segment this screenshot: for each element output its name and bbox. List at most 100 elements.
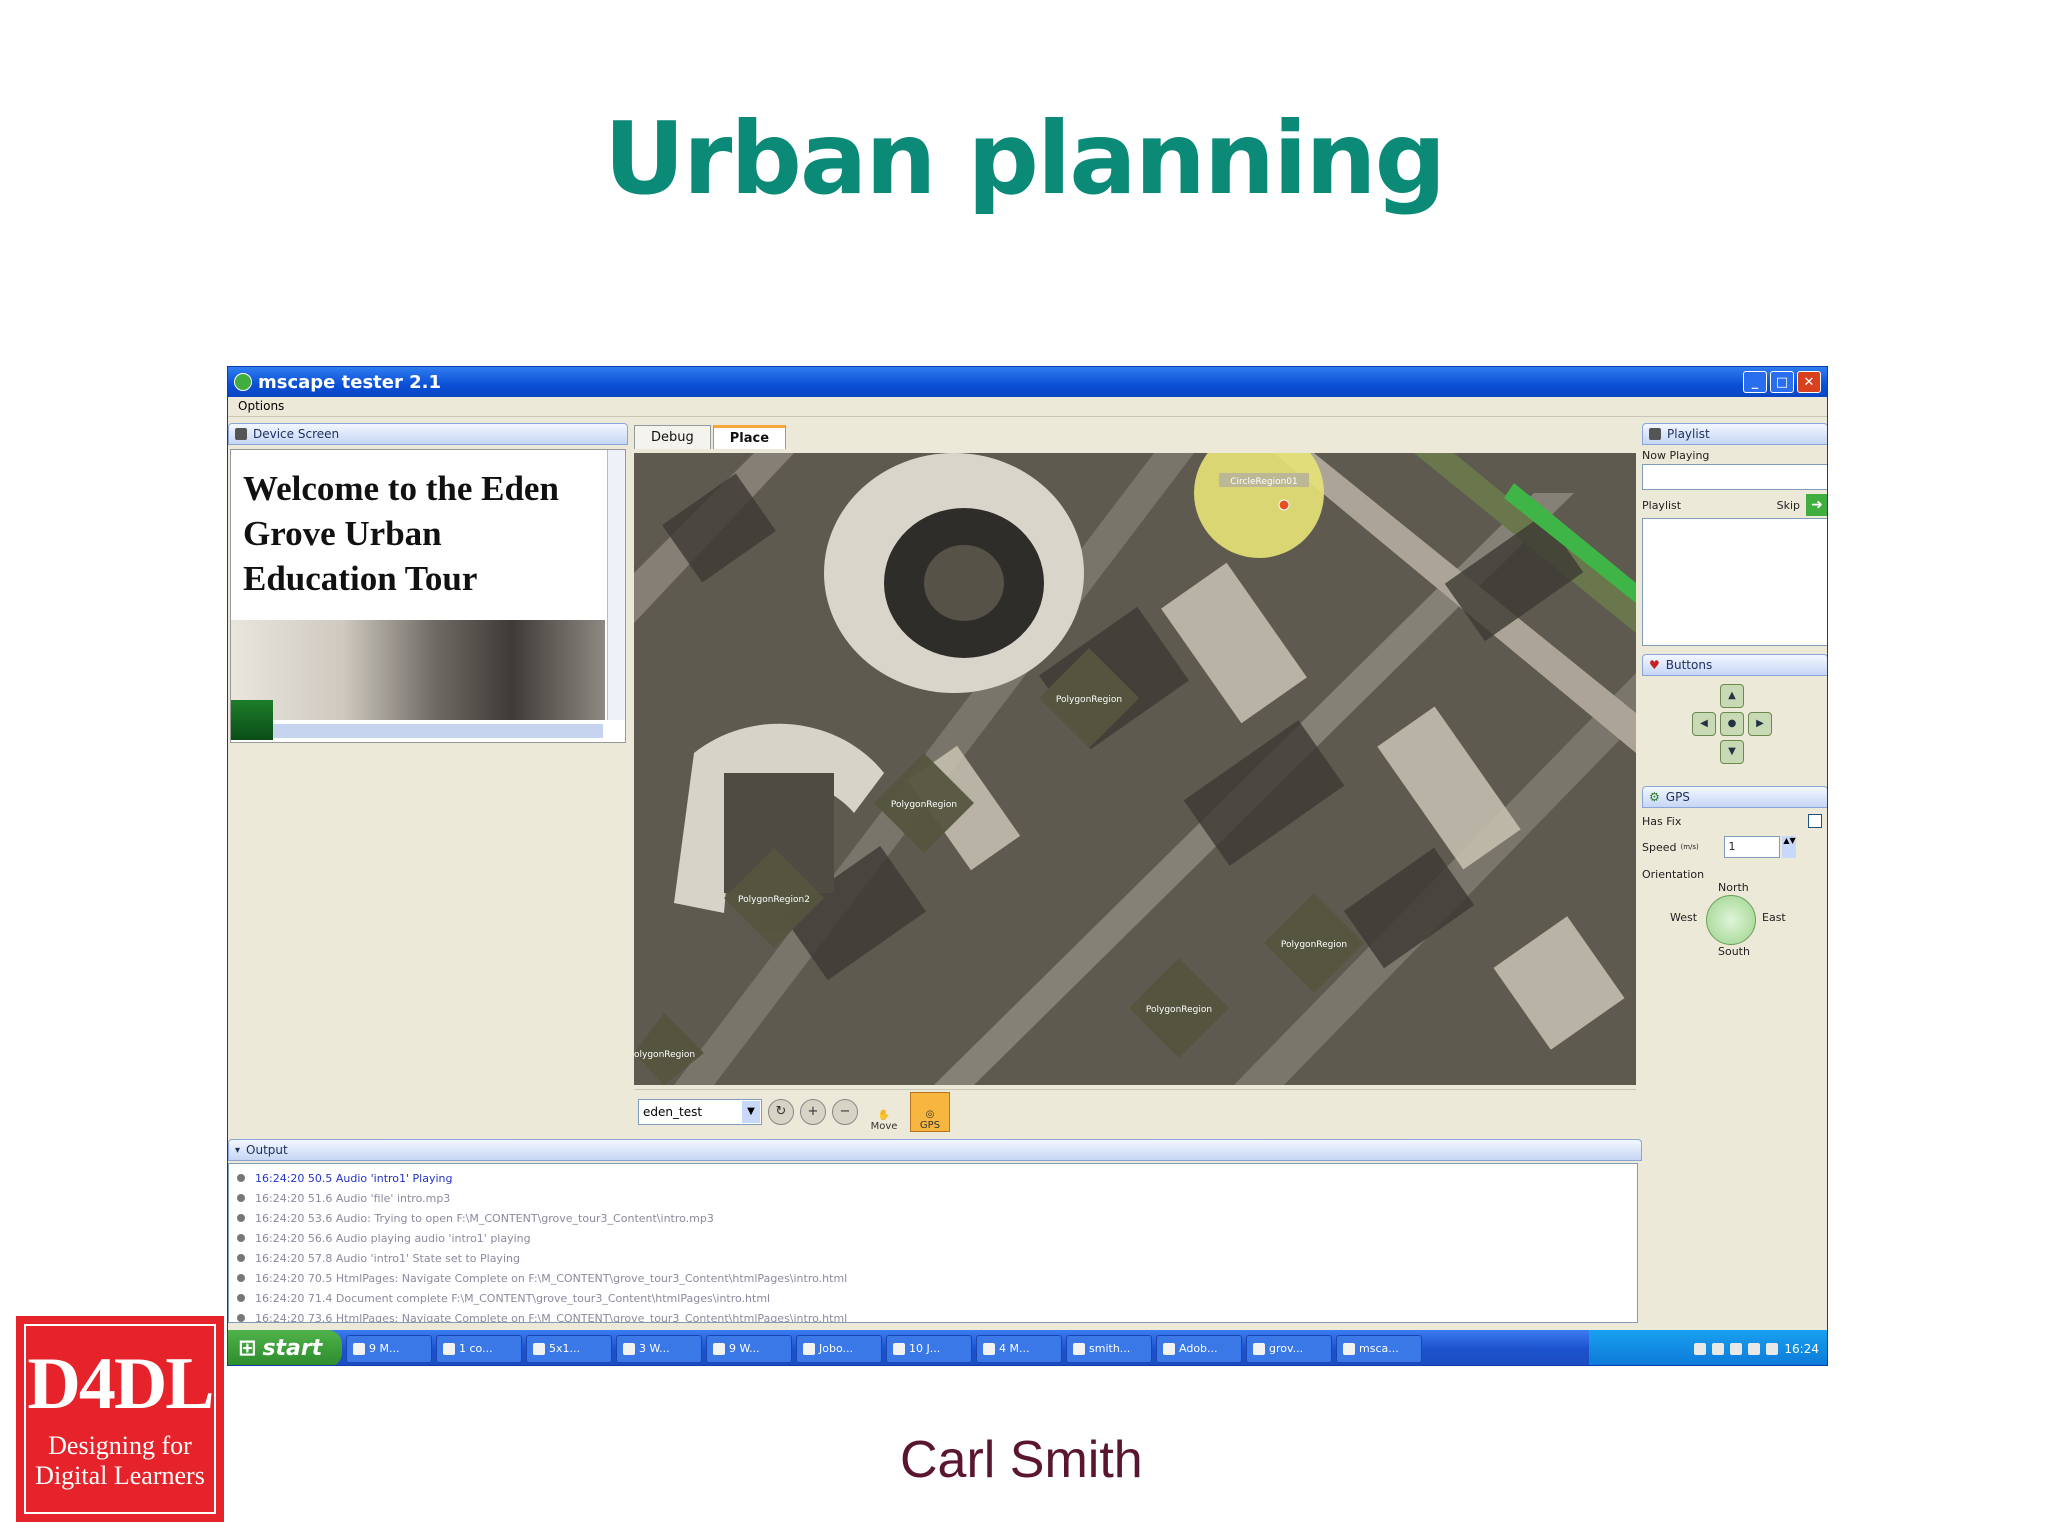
log-line: 16:24:20 51.6 Audio 'file' intro.mp3 xyxy=(237,1188,1637,1208)
taskbar-item-label: 3 W... xyxy=(639,1342,670,1355)
now-playing-field xyxy=(1642,464,1827,490)
log-text: 16:24:20 53.6 Audio: Trying to open F:\M… xyxy=(255,1211,714,1225)
device-vertical-scrollbar[interactable] xyxy=(607,450,625,720)
buttons-panel-header[interactable]: ♥ Buttons xyxy=(1642,654,1827,676)
chevron-down-icon[interactable]: ▼ xyxy=(742,1100,760,1123)
taskbar-item[interactable]: 4 M... xyxy=(976,1334,1062,1363)
left-button[interactable]: ◀ xyxy=(1692,712,1716,736)
log-text: 16:24:20 73.6 HtmlPages: Navigate Comple… xyxy=(255,1311,848,1323)
taskbar-item-label: Adob... xyxy=(1179,1342,1218,1355)
speed-stepper[interactable]: ▲▼ xyxy=(1782,836,1797,858)
dpad: ▲ ◀ ● ▶ ▼ xyxy=(1682,676,1782,776)
window-icon xyxy=(1073,1342,1085,1355)
now-playing-label: Now Playing xyxy=(1642,449,1710,462)
up-button[interactable]: ▲ xyxy=(1720,684,1744,708)
clock: 16:24 xyxy=(1784,1341,1819,1356)
taskbar-item[interactable]: 5x1... xyxy=(526,1334,612,1363)
right-button[interactable]: ▶ xyxy=(1748,712,1772,736)
start-button[interactable]: ⊞ start xyxy=(228,1330,342,1365)
taskbar-item-label: 4 M... xyxy=(999,1342,1030,1355)
volume-icon[interactable] xyxy=(1748,1342,1761,1355)
device-horizontal-scrollbar[interactable] xyxy=(273,724,603,738)
logo-main-text: D4DL xyxy=(27,1343,214,1426)
folder-icon xyxy=(623,1342,635,1355)
log-bullet-icon xyxy=(237,1314,245,1322)
map-region-label: PolygonRegion xyxy=(891,800,957,810)
taskbar-item[interactable]: Jobo... xyxy=(796,1334,882,1363)
down-button[interactable]: ▼ xyxy=(1720,740,1744,764)
output-log[interactable]: 16:24:20 50.5 Audio 'intro1' Playing 16:… xyxy=(228,1163,1638,1323)
taskbar-item[interactable]: 10 J... xyxy=(886,1334,972,1363)
window-title: mscape tester 2.1 xyxy=(258,371,442,393)
gps-button[interactable]: ◎ GPS xyxy=(910,1091,950,1132)
d4dl-logo: D4DL Designing for Digital Learners xyxy=(16,1316,224,1522)
orientation-label: Orientation xyxy=(1642,868,1705,881)
has-fix-label: Has Fix xyxy=(1642,814,1682,828)
aerial-map[interactable]: CircleRegion01 PolygonRegion PolygonRegi… xyxy=(634,453,1636,1085)
move-label: Move xyxy=(870,1120,898,1132)
taskbar-item[interactable]: Adob... xyxy=(1156,1334,1242,1363)
tray-icon[interactable] xyxy=(1712,1342,1725,1355)
tray-icon[interactable] xyxy=(1730,1342,1743,1355)
speed-input[interactable]: 1 xyxy=(1724,836,1781,858)
window-icon xyxy=(803,1342,815,1355)
output-panel-header[interactable]: ▾ Output xyxy=(228,1139,1642,1161)
device-panel: Device Screen Welcome to the Eden Grove … xyxy=(228,423,628,1103)
refresh-icon[interactable]: ↻ xyxy=(768,1098,794,1125)
skip-arrow-icon[interactable]: ➜ xyxy=(1806,494,1827,516)
taskbar-item[interactable]: 9 W... xyxy=(706,1334,792,1363)
has-fix-checkbox[interactable] xyxy=(1808,814,1822,828)
zoom-out-icon[interactable]: − xyxy=(832,1098,858,1125)
gps-label: GPS xyxy=(919,1119,941,1131)
map-select-value: eden_test xyxy=(643,1104,703,1119)
playlist-list[interactable] xyxy=(1642,518,1827,646)
gps-panel-header[interactable]: ⚙ GPS xyxy=(1642,786,1827,808)
device-screen[interactable]: Welcome to the Eden Grove Urban Educatio… xyxy=(230,449,626,743)
map-region-label: PolygonRegion2 xyxy=(738,895,810,905)
collapse-icon[interactable]: ▾ xyxy=(235,1145,240,1156)
tab-place[interactable]: Place xyxy=(712,425,787,449)
window-icon xyxy=(1343,1342,1355,1355)
log-text: 16:24:20 71.4 Document complete F:\M_CON… xyxy=(255,1291,771,1305)
tab-debug[interactable]: Debug xyxy=(634,425,711,449)
network-icon[interactable] xyxy=(1766,1342,1779,1355)
taskbar-item[interactable]: smith... xyxy=(1066,1334,1152,1363)
device-panel-title: Device Screen xyxy=(253,427,340,441)
speed-row: Speed (m/s) 1 ▲▼ xyxy=(1642,836,1827,858)
menu-options[interactable]: Options xyxy=(238,399,284,413)
log-bullet-icon xyxy=(237,1174,245,1182)
window-icon xyxy=(533,1342,545,1355)
compass-dial[interactable] xyxy=(1706,895,1756,945)
minimize-button[interactable]: _ xyxy=(1743,371,1767,393)
taskbar-item[interactable]: 9 M... xyxy=(346,1334,432,1363)
map-toolbar: eden_test ▼ ↻ + − ✋ Move ◎ GPS xyxy=(634,1089,1636,1133)
log-line: 16:24:20 70.5 HtmlPages: Navigate Comple… xyxy=(237,1268,1637,1288)
close-button[interactable]: ✕ xyxy=(1797,371,1821,393)
mscape-window: mscape tester 2.1 _ □ ✕ Options Device S… xyxy=(227,366,1828,1366)
compass-south: South xyxy=(1718,945,1750,958)
window-icon xyxy=(353,1342,365,1355)
log-text: 16:24:20 70.5 HtmlPages: Navigate Comple… xyxy=(255,1271,848,1285)
device-panel-header[interactable]: Device Screen xyxy=(228,423,628,445)
window-titlebar[interactable]: mscape tester 2.1 _ □ ✕ xyxy=(228,367,1827,397)
playlist-panel-header[interactable]: Playlist xyxy=(1642,423,1827,445)
playlist-icon xyxy=(1649,428,1661,440)
log-text: 16:24:20 50.5 Audio 'intro1' Playing xyxy=(255,1171,453,1185)
log-text: 16:24:20 56.6 Audio playing audio 'intro… xyxy=(255,1231,531,1245)
speed-label: Speed xyxy=(1642,840,1677,854)
tray-icon[interactable] xyxy=(1694,1342,1707,1355)
move-button[interactable]: ✋ Move xyxy=(864,1092,904,1132)
zoom-in-icon[interactable]: + xyxy=(800,1098,826,1125)
select-button[interactable]: ● xyxy=(1720,712,1744,736)
maximize-button[interactable]: □ xyxy=(1770,371,1794,393)
tab-bar: Debug Place xyxy=(632,423,1640,449)
taskbar-item[interactable]: 3 W... xyxy=(616,1334,702,1363)
taskbar-item[interactable]: msca... xyxy=(1336,1334,1422,1363)
compass-east: East xyxy=(1762,911,1786,924)
logo-subtitle: Designing for Digital Learners xyxy=(35,1431,205,1491)
start-label: start xyxy=(262,1336,323,1361)
center-panel: Debug Place CircleRegion01 PolygonRegion… xyxy=(632,423,1640,1139)
map-select[interactable]: eden_test ▼ xyxy=(638,1098,762,1125)
taskbar-item[interactable]: 1 co... xyxy=(436,1334,522,1363)
taskbar-item[interactable]: grov... xyxy=(1246,1334,1332,1363)
